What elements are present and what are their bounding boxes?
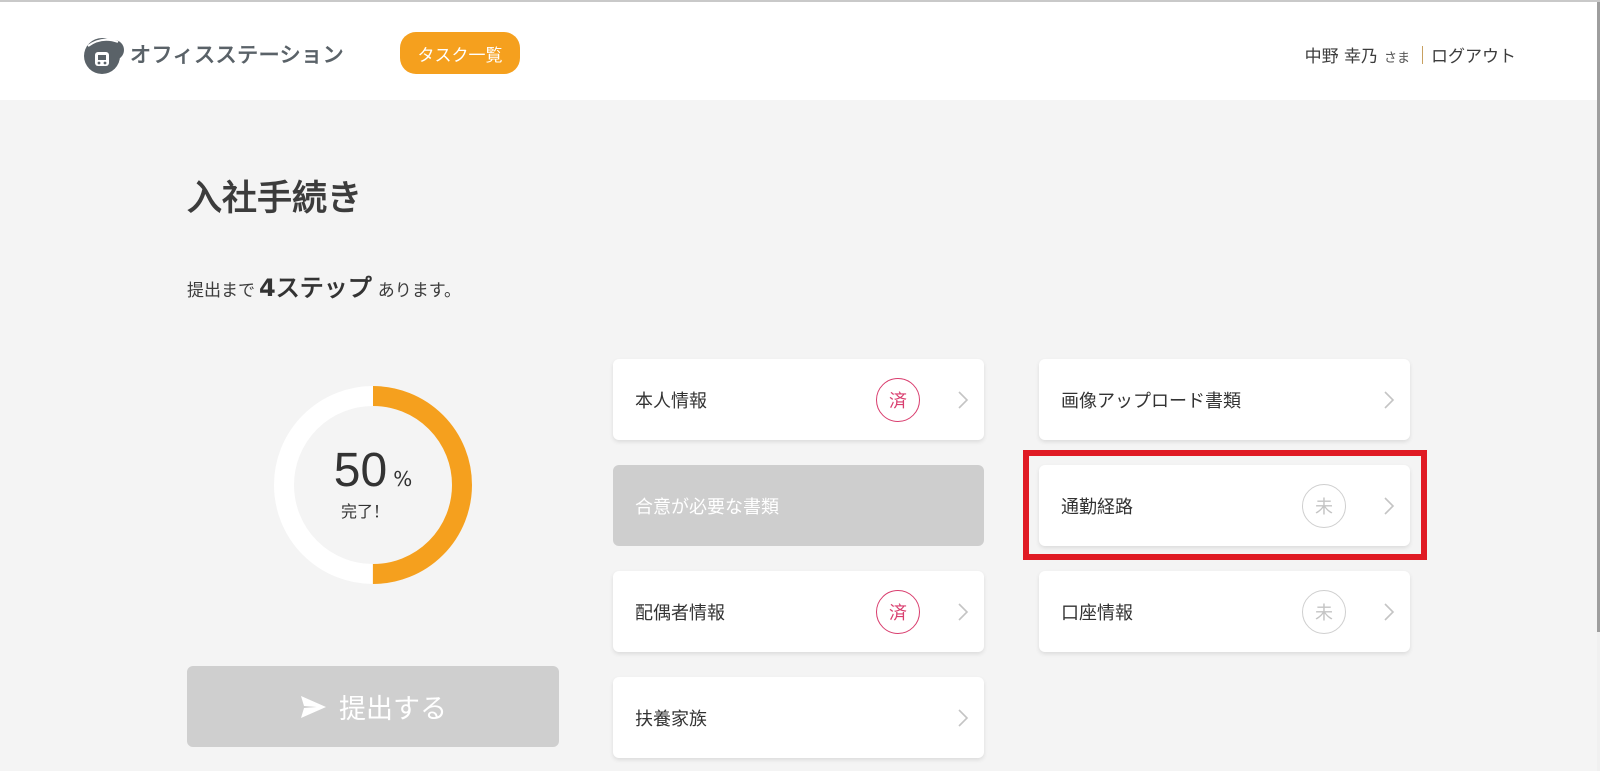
progress-percent: 50 % <box>334 443 412 498</box>
user-area: 中野 幸乃 さま ログアウト <box>1305 42 1516 67</box>
status-badge-pending: 未 <box>1302 590 1346 634</box>
steps-remaining: 提出まで 4ステップ あります。 <box>187 268 461 303</box>
progress-percent-sign: % <box>393 466 413 491</box>
user-name: 中野 幸乃 <box>1304 47 1378 67</box>
card-label: 口座情報 <box>1061 602 1133 624</box>
user-honorific: さま <box>1383 51 1410 66</box>
card-label: 扶養家族 <box>635 708 707 730</box>
task-list-button[interactable]: タスク一覧 <box>400 32 520 74</box>
submit-button-label: 提出する <box>339 694 447 725</box>
page-title: 入社手続き <box>187 179 363 219</box>
header-separator <box>1422 45 1423 64</box>
card-label: 配偶者情報 <box>635 602 725 624</box>
progress-text: 50 % 完了！ <box>273 385 473 585</box>
steps-suffix: あります。 <box>377 281 462 301</box>
chevron-right-icon <box>958 709 969 727</box>
card-dependents[interactable]: 扶養家族 <box>613 677 984 758</box>
chevron-right-icon <box>1384 497 1395 515</box>
status-badge-done: 済 <box>876 378 920 422</box>
chevron-right-icon <box>958 603 969 621</box>
chevron-right-icon <box>1384 603 1395 621</box>
submit-button[interactable]: 提出する <box>187 666 559 747</box>
card-label: 合意が必要な書類 <box>635 496 779 518</box>
progress-ring: 50 % 完了！ <box>273 385 473 585</box>
card-label: 本人情報 <box>635 390 707 412</box>
logo-text: オフィスステーション <box>130 43 345 67</box>
progress-percent-value: 50 <box>333 443 388 497</box>
card-label: 通勤経路 <box>1061 496 1133 518</box>
chevron-right-icon <box>958 391 969 409</box>
card-image-upload-documents[interactable]: 画像アップロード書類 <box>1039 359 1410 440</box>
card-consent-documents: 合意が必要な書類 <box>613 465 984 546</box>
card-spouse-info[interactable]: 配偶者情報 済 <box>613 571 984 652</box>
logout-link[interactable]: ログアウト <box>1431 42 1516 67</box>
steps-count: 4ステップ <box>259 274 372 302</box>
card-commute-route[interactable]: 通勤経路 未 <box>1039 465 1410 546</box>
app-header: オフィスステーション タスク一覧 中野 幸乃 さま ログアウト <box>0 2 1600 100</box>
chevron-right-icon <box>1384 391 1395 409</box>
send-icon <box>301 695 326 718</box>
card-label: 画像アップロード書類 <box>1061 390 1241 412</box>
station-cloud-icon <box>84 38 124 74</box>
progress-done-label: 完了！ <box>340 501 389 521</box>
card-personal-info[interactable]: 本人情報 済 <box>613 359 984 440</box>
status-badge-pending: 未 <box>1302 484 1346 528</box>
logo[interactable]: オフィスステーション <box>80 30 344 78</box>
card-bank-account[interactable]: 口座情報 未 <box>1039 571 1410 652</box>
status-badge-done: 済 <box>876 590 920 634</box>
steps-prefix: 提出まで <box>187 281 255 301</box>
